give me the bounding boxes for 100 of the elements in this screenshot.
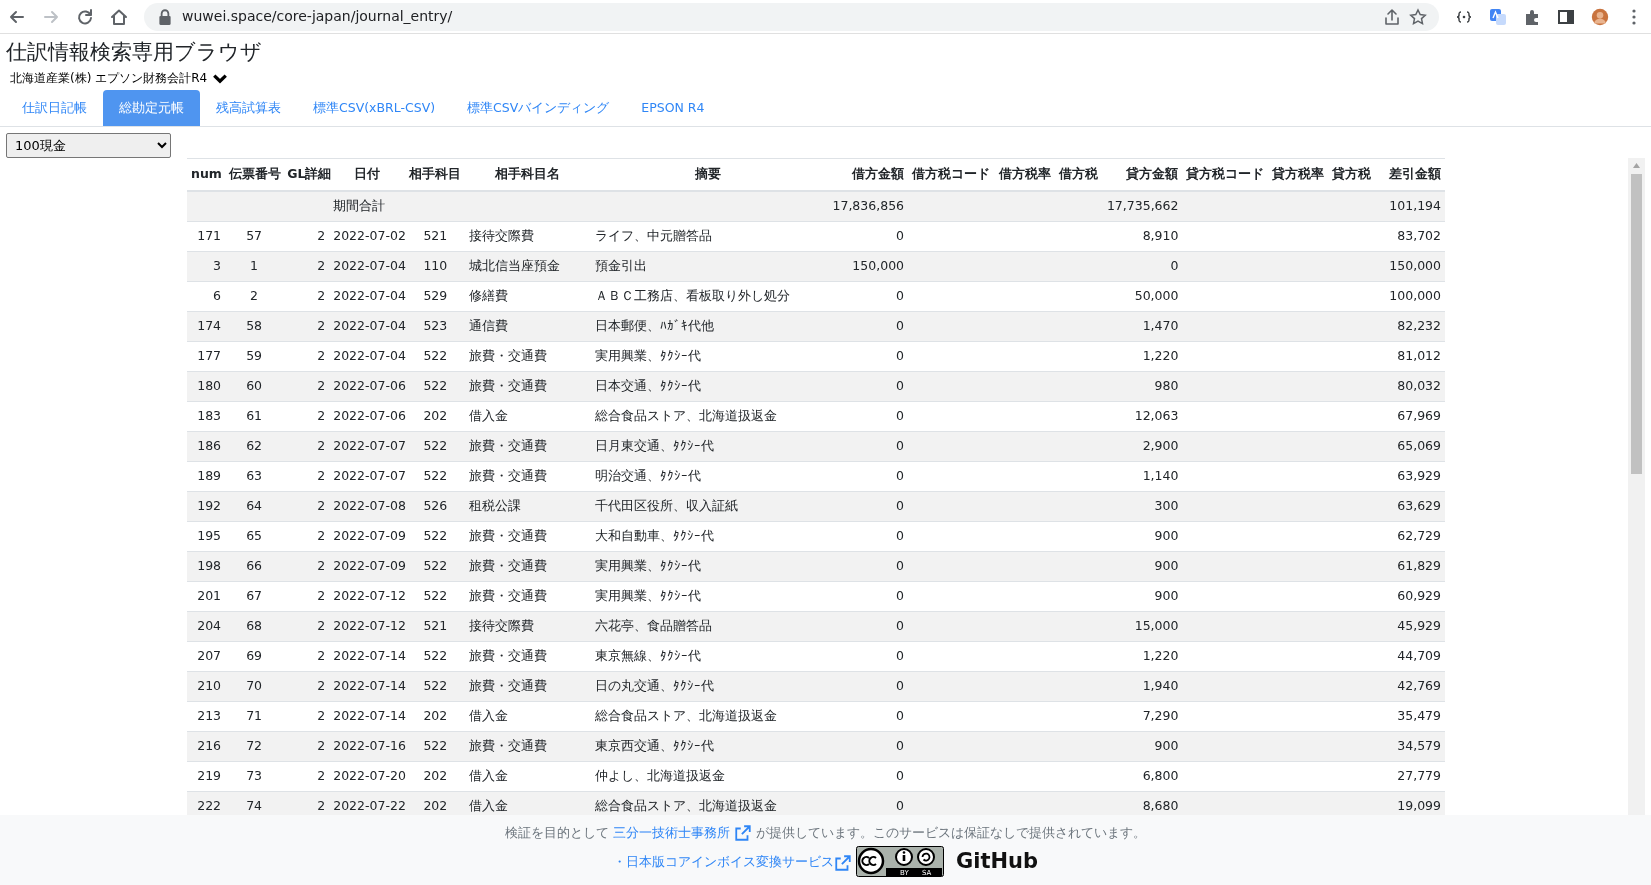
table-cell: 42,769 — [1374, 671, 1445, 702]
table-cell: 旅費・交通費 — [465, 671, 591, 702]
table-cell: 2 — [283, 341, 330, 372]
puzzle-icon[interactable] — [1523, 7, 1541, 26]
table-cell: 2022-07-14 — [329, 671, 406, 702]
service-link[interactable]: ・日本版コアインボイス変換サービス — [613, 852, 852, 872]
tab[interactable]: EPSON R4 — [625, 89, 721, 127]
table-cell: 150,000 — [1374, 251, 1445, 282]
external-link-icon — [834, 853, 852, 872]
table-cell: 202 — [405, 401, 466, 432]
table-cell: 59 — [225, 341, 284, 372]
table-cell: 522 — [405, 371, 466, 402]
sidebar-icon[interactable] — [1557, 7, 1575, 26]
table-cell: 2 — [283, 281, 330, 312]
table-cell: 2022-07-04 — [329, 251, 406, 282]
tab[interactable]: 仕訳日記帳 — [6, 89, 103, 127]
star-icon[interactable] — [1409, 7, 1427, 26]
table-cell: 仲よし、北海道扱返金 — [590, 761, 826, 792]
share-icon[interactable] — [1383, 7, 1401, 26]
table-cell: 522 — [405, 581, 466, 612]
table-cell: 2022-07-14 — [329, 701, 406, 732]
address-bar[interactable]: wuwei.space/core-japan/journal_entry/ — [144, 2, 1439, 31]
table-cell: 接待交際費 — [465, 611, 591, 642]
table-cell: 明治交通、ﾀｸｼｰ代 — [590, 461, 826, 492]
github-link[interactable]: GitHub — [956, 846, 1038, 878]
table-cell: 15,000 — [1100, 611, 1183, 642]
reload-icon[interactable] — [76, 7, 94, 26]
table-cell: 旅費・交通費 — [465, 551, 591, 582]
table-cell: 0 — [825, 761, 909, 792]
account-select[interactable]: 100現金 — [6, 133, 171, 159]
tab[interactable]: 標準CSVバインディング — [451, 89, 626, 127]
table-cell: 65,069 — [1374, 431, 1445, 462]
table-cell: 70 — [225, 671, 284, 702]
page-title: 仕訳情報検索専用ブラウザ — [6, 40, 263, 66]
avatar-icon[interactable] — [1591, 7, 1609, 26]
table-cell: 1,140 — [1100, 461, 1183, 492]
table-cell: ライフ、中元贈答品 — [590, 221, 826, 252]
table-cell: 東京西交通、ﾀｸｼｰ代 — [590, 731, 826, 762]
table-cell: 522 — [405, 731, 466, 762]
table-cell: 旅費・交通費 — [465, 461, 591, 492]
table-cell: 60,929 — [1374, 581, 1445, 612]
table-cell: ＡＢＣ工務店、看板取り外し処分 — [590, 281, 826, 312]
table-cell: 522 — [405, 341, 466, 372]
table-cell: 62,729 — [1374, 521, 1445, 552]
translate-icon[interactable] — [1489, 7, 1507, 26]
table-cell: 900 — [1100, 581, 1183, 612]
table-cell: 実用興業、ﾀｸｼｰ代 — [590, 551, 826, 582]
table-cell: 219 — [187, 761, 226, 792]
table-cell: 174 — [187, 311, 226, 342]
table-cell: 213 — [187, 701, 226, 732]
table-cell: 実用興業、ﾀｸｼｰ代 — [590, 341, 826, 372]
table-cell: 総合食品ストア、北海道扱返金 — [590, 701, 826, 732]
table-cell: 2 — [283, 251, 330, 282]
table-cell: 3 — [187, 251, 226, 282]
office-link[interactable]: 三分一技術士事務所 — [612, 824, 753, 840]
table-cell: 45,929 — [1374, 611, 1445, 642]
table-cell: 0 — [825, 461, 909, 492]
tab[interactable]: 標準CSV(xBRL-CSV) — [297, 89, 452, 127]
table-cell: 2 — [283, 611, 330, 642]
external-link-icon — [734, 824, 753, 842]
table-cell: 旅費・交通費 — [465, 581, 591, 612]
tab[interactable]: 残高試算表 — [200, 89, 297, 127]
table-cell: 900 — [1100, 521, 1183, 552]
table-cell: 171 — [187, 221, 226, 252]
table-cell: 210 — [187, 671, 226, 702]
table-cell: 2022-07-12 — [329, 611, 406, 642]
table-cell: 東京無線、ﾀｸｼｰ代 — [590, 641, 826, 672]
table-cell: 日月東交通、ﾀｸｼｰ代 — [590, 431, 826, 462]
table-cell: 旅費・交通費 — [465, 371, 591, 402]
table-cell: 千代田区役所、収入証紙 — [590, 491, 826, 522]
table-cell: 6 — [187, 281, 226, 312]
table-cell: 2022-07-04 — [329, 311, 406, 342]
table-cell: 202 — [405, 701, 466, 732]
table-cell: 100,000 — [1374, 281, 1445, 312]
table-cell: 2 — [283, 731, 330, 762]
total-cell: 17,836,856 — [825, 191, 909, 222]
table-cell: 63 — [225, 461, 284, 492]
table-cell: 2022-07-07 — [329, 461, 406, 492]
table-cell: 216 — [187, 731, 226, 762]
table-cell: 186 — [187, 431, 226, 462]
table-cell: 61,829 — [1374, 551, 1445, 582]
home-icon[interactable] — [110, 7, 128, 26]
table-cell: 2 — [283, 371, 330, 402]
table-cell: 修繕費 — [465, 281, 591, 312]
table-cell: 0 — [825, 281, 909, 312]
table-cell: 2 — [283, 551, 330, 582]
table-cell: 71 — [225, 701, 284, 732]
table-cell: 総合食品ストア、北海道扱返金 — [590, 791, 826, 815]
table-cell: 83,702 — [1374, 221, 1445, 252]
table-cell: 900 — [1100, 731, 1183, 762]
table-cell: 82,232 — [1374, 311, 1445, 342]
table-cell: 2022-07-09 — [329, 521, 406, 552]
table-cell: 8,910 — [1100, 221, 1183, 252]
table-cell: 2,900 — [1100, 431, 1183, 462]
table-cell: 0 — [825, 311, 909, 342]
table-cell: 2022-07-20 — [329, 761, 406, 792]
table-cell: 旅費・交通費 — [465, 731, 591, 762]
scrollbar[interactable] — [1628, 158, 1645, 815]
table-cell: 実用興業、ﾀｸｼｰ代 — [590, 581, 826, 612]
company-dropdown[interactable]: 北海道産業(株) エプソン財務会計R4 — [10, 69, 230, 88]
